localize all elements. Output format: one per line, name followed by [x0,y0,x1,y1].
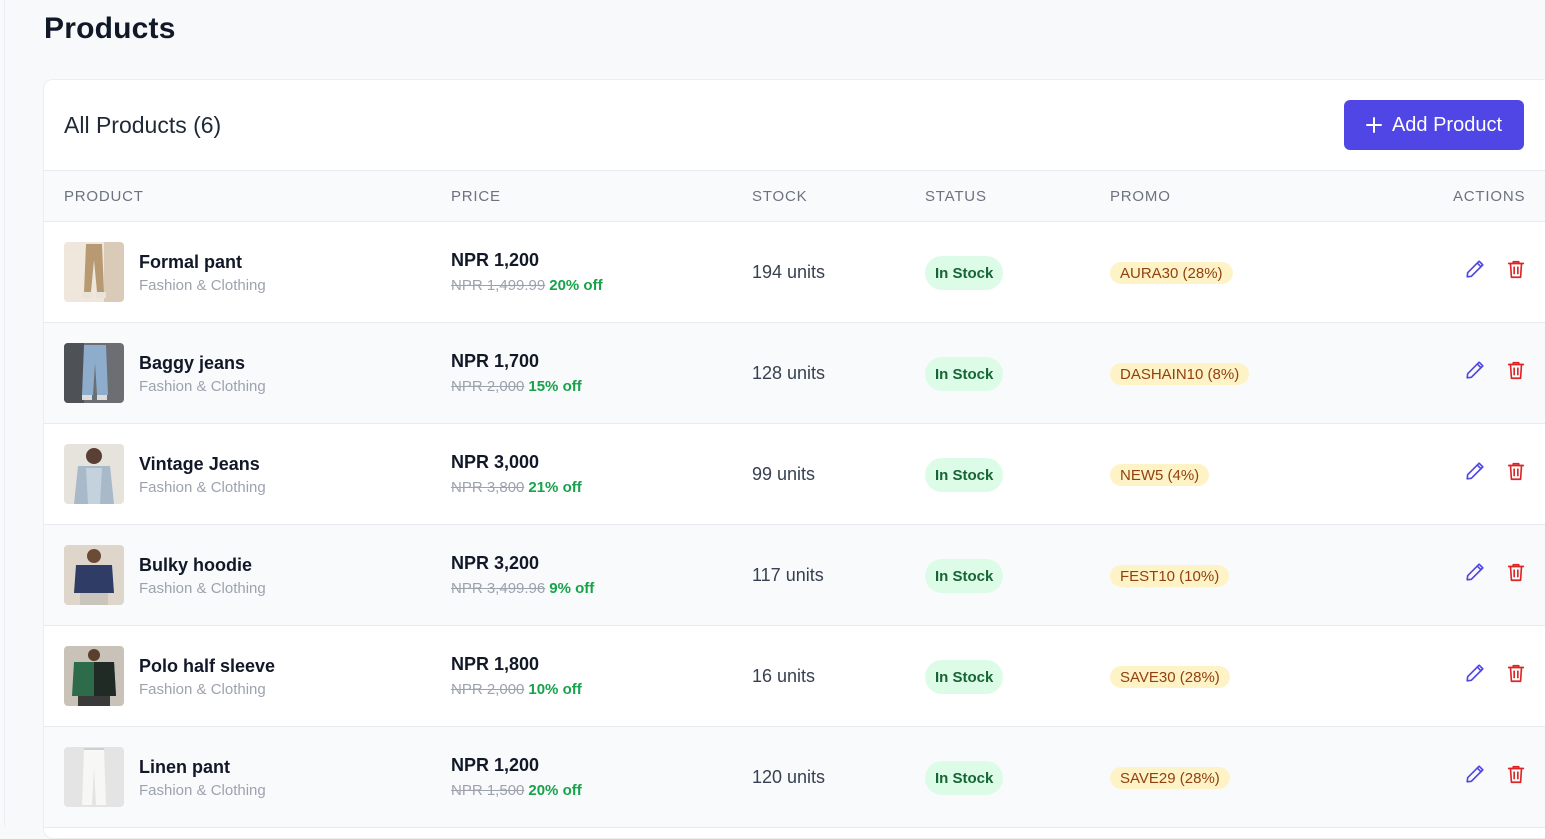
product-name: Polo half sleeve [139,656,276,676]
product-category: Fashion & Clothing [139,479,266,496]
table-body: Formal pant Fashion & Clothing NPR 1,200… [44,222,1545,828]
product-price: NPR 1,800 [451,654,540,674]
pencil-icon[interactable] [1464,763,1486,785]
sidebar-edge [0,0,5,827]
original-price: NPR 1,500 [451,782,525,799]
product-name: Vintage Jeans [139,454,260,474]
status-badge: In Stock [925,357,1004,391]
original-price: NPR 1,499.99 [451,277,546,294]
header-price: PRICE [451,188,501,205]
pencil-icon[interactable] [1464,258,1486,280]
status-badge: In Stock [925,761,1004,795]
status-badge: In Stock [925,559,1004,593]
product-name: Linen pant [139,757,230,777]
original-price: NPR 2,000 [451,378,525,395]
original-price: NPR 2,000 [451,681,525,698]
discount-label: 20% off [528,782,582,799]
stock-count: 120 units [752,767,826,787]
table-header: PRODUCT PRICE STOCK STATUS PROMO ACTIONS [44,171,1545,222]
stock-count: 117 units [752,565,824,585]
header-status: STATUS [925,188,987,205]
product-thumbnail[interactable] [64,242,124,302]
table-row: Bulky hoodie Fashion & Clothing NPR 3,20… [44,525,1545,626]
product-category: Fashion & Clothing [139,782,266,799]
header-stock: STOCK [752,188,808,205]
table-row: Linen pant Fashion & Clothing NPR 1,200 … [44,727,1545,828]
promo-badge: DASHAIN10 (8%) [1110,363,1250,385]
product-name: Baggy jeans [139,353,246,373]
pencil-icon[interactable] [1464,561,1486,583]
product-name: Bulky hoodie [139,555,253,575]
page-title: Products [44,12,176,45]
discount-label: 21% off [528,479,582,496]
product-price: NPR 3,200 [451,553,540,573]
product-thumbnail[interactable] [64,747,124,807]
table-row: Polo half sleeve Fashion & Clothing NPR … [44,626,1545,727]
status-badge: In Stock [925,256,1004,290]
table-row: Formal pant Fashion & Clothing NPR 1,200… [44,222,1545,323]
product-thumbnail[interactable] [64,646,124,706]
products-card: All Products (6) Add Product PRODUCT PRI… [43,79,1545,839]
status-badge: In Stock [925,458,1004,492]
product-thumbnail[interactable] [64,343,124,403]
trash-icon[interactable] [1505,359,1527,381]
product-name: Formal pant [139,252,243,272]
product-thumbnail[interactable] [64,444,124,504]
stock-count: 194 units [752,262,826,282]
promo-badge: AURA30 (28%) [1110,262,1233,284]
card-header: All Products (6) Add Product [44,80,1545,171]
pencil-icon[interactable] [1464,359,1486,381]
product-category: Fashion & Clothing [139,681,266,698]
stock-count: 16 units [752,666,816,686]
pencil-icon[interactable] [1464,460,1486,482]
header-promo: PROMO [1110,188,1171,205]
add-product-button[interactable]: Add Product [1344,100,1524,150]
header-product: PRODUCT [64,188,144,205]
header-actions: ACTIONS [1453,188,1526,205]
promo-badge: SAVE30 (28%) [1110,666,1230,688]
trash-icon[interactable] [1505,561,1527,583]
card-title: All Products (6) [64,111,222,138]
product-category: Fashion & Clothing [139,580,266,597]
promo-badge: FEST10 (10%) [1110,565,1230,587]
original-price: NPR 3,800 [451,479,525,496]
discount-label: 9% off [549,580,595,597]
table-row: Baggy jeans Fashion & Clothing NPR 1,700… [44,323,1545,424]
trash-icon[interactable] [1505,763,1527,785]
stock-count: 99 units [752,464,816,484]
product-category: Fashion & Clothing [139,277,266,294]
product-thumbnail[interactable] [64,545,124,605]
status-badge: In Stock [925,660,1004,694]
table-row: Vintage Jeans Fashion & Clothing NPR 3,0… [44,424,1545,525]
trash-icon[interactable] [1505,460,1527,482]
trash-icon[interactable] [1505,662,1527,684]
discount-label: 20% off [549,277,603,294]
product-price: NPR 1,700 [451,351,540,371]
product-price: NPR 1,200 [451,250,540,270]
trash-icon[interactable] [1505,258,1527,280]
product-price: NPR 3,000 [451,452,540,472]
stock-count: 128 units [752,363,826,383]
promo-badge: NEW5 (4%) [1110,464,1210,486]
promo-badge: SAVE29 (28%) [1110,767,1230,789]
product-price: NPR 1,200 [451,755,540,775]
original-price: NPR 3,499.96 [451,580,546,597]
discount-label: 15% off [528,378,582,395]
plus-icon [1365,117,1382,133]
discount-label: 10% off [528,681,582,698]
product-category: Fashion & Clothing [139,378,266,395]
pencil-icon[interactable] [1464,662,1486,684]
add-product-label: Add Product [1391,113,1503,136]
